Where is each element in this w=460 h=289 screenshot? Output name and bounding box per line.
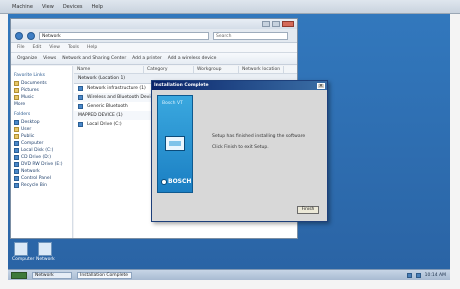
toolbar-add-printer[interactable]: Add a printer [132, 56, 162, 61]
dialog-body: Setup has finished installing the softwa… [212, 131, 322, 153]
taskbar-button-network[interactable]: Network [32, 271, 72, 279]
finish-button[interactable]: Finish [297, 206, 319, 214]
network-icon [38, 242, 52, 256]
tree-item-desktop[interactable]: Desktop [14, 119, 69, 126]
drive-icon [14, 148, 19, 153]
minimize-button[interactable] [262, 21, 270, 27]
folder-icon [14, 127, 19, 132]
desktop-icon-computer[interactable]: Computer [12, 242, 35, 264]
device-icon [78, 104, 83, 109]
viewer-menu-devices[interactable]: Devices [63, 4, 83, 10]
system-tray: 10:14 AM [406, 272, 446, 278]
network-tray-icon[interactable] [406, 272, 412, 278]
viewer-menu-help[interactable]: Help [92, 4, 103, 10]
volume-tray-icon[interactable] [415, 272, 421, 278]
folder-icon [14, 88, 19, 93]
computer-icon [14, 141, 19, 146]
tree-item-recycle-bin[interactable]: Recycle Bin [14, 182, 69, 189]
desktop-icon [14, 120, 19, 125]
cd-drive-icon [14, 155, 19, 160]
back-arrow-icon[interactable] [15, 31, 23, 40]
toolbar-views[interactable]: Views [43, 56, 56, 61]
folder-icon [14, 95, 19, 100]
menu-edit[interactable]: Edit [33, 45, 42, 50]
group-tab-label[interactable]: Network (Location 1) [78, 76, 125, 81]
forward-arrow-icon[interactable] [27, 31, 35, 40]
sidebar-item-documents[interactable]: Documents [14, 80, 69, 87]
tree-item-user[interactable]: User [14, 126, 69, 133]
taskbar-button-installer[interactable]: Installation Complete [77, 271, 132, 279]
column-name[interactable]: Name [74, 66, 144, 73]
desktop-icon-label: Computer [12, 257, 35, 262]
viewer-menu-view[interactable]: View [42, 4, 54, 10]
recycle-bin-icon [14, 183, 19, 188]
brand-logo: BOSCH [161, 178, 191, 185]
network-icon [14, 169, 19, 174]
start-button[interactable] [11, 271, 27, 279]
taskbar: Network Installation Complete 10:14 AM [8, 269, 450, 280]
desktop-icon-label: Network [36, 257, 55, 262]
maximize-button[interactable] [272, 21, 280, 27]
tree-item-dvd-drive[interactable]: DVD RW Drive (E:) [14, 161, 69, 168]
tree-item-network[interactable]: Network [14, 168, 69, 175]
explorer-toolbar: Organize Views Network and Sharing Cente… [11, 53, 297, 65]
menu-help[interactable]: Help [87, 45, 97, 50]
menu-file[interactable]: File [17, 45, 25, 50]
sidebar-item-pictures[interactable]: Pictures [14, 87, 69, 94]
brand-mark-icon [161, 178, 167, 185]
brand-name: BOSCH [168, 178, 192, 185]
dialog-message-1: Setup has finished installing the softwa… [212, 134, 306, 139]
tree-item-local-disk[interactable]: Local Disk (C:) [14, 147, 69, 154]
menu-tools[interactable]: Tools [68, 45, 79, 50]
tree-item-public[interactable]: Public [14, 133, 69, 140]
explorer-menubar: File Edit View Tools Help [11, 43, 297, 53]
viewer-menu-machine[interactable]: Machine [12, 4, 33, 10]
column-workgroup[interactable]: Workgroup [194, 66, 239, 73]
column-category[interactable]: Category [144, 66, 194, 73]
dialog-close-button[interactable]: × [317, 82, 325, 89]
computer-icon [14, 242, 28, 256]
tree-item-cd-drive[interactable]: CD Drive (D:) [14, 154, 69, 161]
desktop-icon-network[interactable]: Network [36, 242, 55, 264]
sidebar-item-music[interactable]: Music [14, 94, 69, 101]
control-panel-icon [14, 176, 19, 181]
banner-text: Bosch VT [162, 101, 183, 106]
installation-dialog: Installation Complete × Bosch VT BOSCH S… [151, 80, 328, 222]
dialog-title: Installation Complete [154, 83, 209, 88]
guest-screen: Network Search File Edit View Tools Help… [8, 14, 450, 280]
favorites-heading: Favorite Links [14, 73, 45, 78]
column-header: Name Category Workgroup Network location [74, 66, 297, 74]
folders-heading[interactable]: Folders [14, 112, 69, 119]
explorer-titlebar [11, 19, 297, 29]
network-icon [78, 86, 83, 91]
toolbar-network-center[interactable]: Network and Sharing Center [62, 56, 126, 61]
menu-view[interactable]: View [49, 45, 60, 50]
dialog-banner: Bosch VT BOSCH [157, 95, 193, 193]
dvd-drive-icon [14, 162, 19, 167]
dialog-titlebar: Installation Complete × [152, 81, 327, 90]
viewer-menubar: Machine View Devices Help [0, 0, 460, 14]
address-bar: Network Search [11, 29, 297, 43]
folder-icon [14, 81, 19, 86]
bluetooth-icon [78, 95, 83, 100]
address-input[interactable]: Network [39, 31, 209, 40]
search-input[interactable]: Search [213, 31, 288, 40]
close-button[interactable] [282, 21, 294, 27]
navigation-pane: Favorite Links Documents Pictures Music … [11, 66, 73, 238]
toolbar-add-wireless[interactable]: Add a wireless device [168, 56, 217, 61]
drive-icon [78, 122, 83, 127]
tree-item-control-panel[interactable]: Control Panel [14, 175, 69, 182]
product-image-icon [165, 136, 185, 151]
sidebar-item-more[interactable]: More [14, 101, 69, 108]
dialog-message-2: Click Finish to exit Setup. [212, 145, 269, 150]
tree-item-computer[interactable]: Computer [14, 140, 69, 147]
folder-icon [14, 134, 19, 139]
toolbar-organize[interactable]: Organize [17, 56, 37, 61]
clock[interactable]: 10:14 AM [425, 273, 446, 278]
column-location[interactable]: Network location [239, 66, 285, 73]
